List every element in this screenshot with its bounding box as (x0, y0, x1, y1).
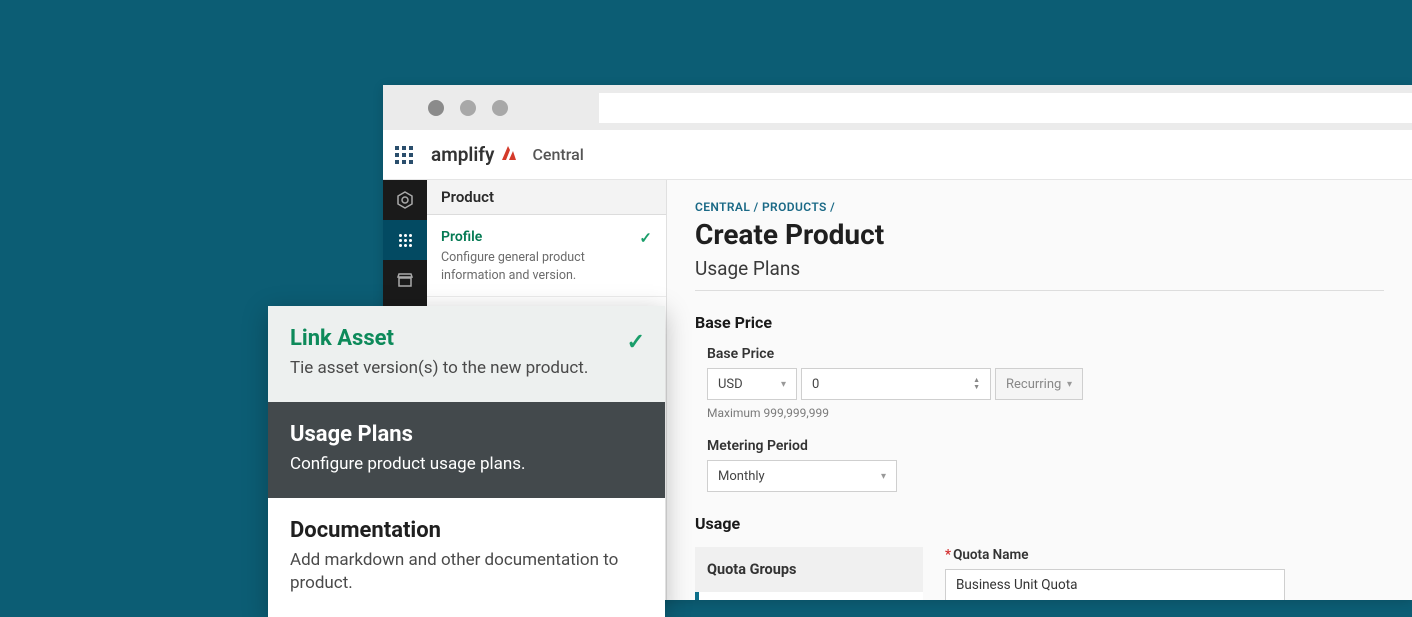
metering-label: Metering Period (707, 438, 1384, 454)
main-panel: CENTRAL / PRODUCTS / Create Product Usag… (667, 180, 1412, 600)
brand-logo-icon (500, 143, 518, 167)
brand-section: Central (532, 145, 583, 164)
url-bar[interactable] (599, 93, 1412, 123)
rail-item-marketplace[interactable] (383, 260, 427, 300)
overlay-title: Link Asset (290, 326, 643, 351)
quota-name-value: Business Unit Quota (956, 577, 1077, 593)
traffic-light-max[interactable] (492, 100, 508, 116)
billing-value: Recurring (1006, 377, 1061, 392)
rail-item-grid[interactable] (383, 220, 427, 260)
quota-groups: Quota Groups Business Unit Quota − (695, 547, 923, 600)
overlay-step-link-asset[interactable]: Link Asset Tie asset version(s) to the n… (268, 306, 665, 402)
price-value: 0 (812, 377, 819, 392)
apps-grid-icon[interactable] (395, 146, 413, 164)
currency-select[interactable]: USD ▾ (707, 368, 797, 400)
overlay-title: Documentation (290, 518, 643, 543)
base-price-row: USD ▾ 0 ▲▼ Recurring ▾ (707, 368, 1384, 400)
metering-value: Monthly (718, 469, 765, 484)
step-desc: Configure general product information an… (441, 249, 652, 284)
quota-group-item[interactable]: Business Unit Quota − (695, 592, 923, 600)
steps-header: Product (427, 180, 666, 215)
quota-name-label: Quota Name (945, 547, 1384, 563)
billing-select[interactable]: Recurring ▾ (995, 368, 1083, 400)
page-subtitle: Usage Plans (695, 257, 1384, 291)
section-usage: Usage (695, 514, 1384, 533)
steps-overlay-card: Link Asset Tie asset version(s) to the n… (268, 306, 665, 617)
overlay-desc: Tie asset version(s) to the new product. (290, 357, 643, 380)
base-price-input[interactable]: 0 ▲▼ (801, 368, 991, 400)
traffic-lights (428, 100, 508, 116)
traffic-light-min[interactable] (460, 100, 476, 116)
brand[interactable]: amplify (431, 143, 518, 167)
number-stepper[interactable]: ▲▼ (973, 377, 980, 391)
browser-chrome (383, 85, 1412, 130)
chevron-down-icon: ▾ (881, 471, 886, 482)
quota-name-input[interactable]: Business Unit Quota (945, 569, 1285, 600)
overlay-desc: Configure product usage plans. (290, 453, 643, 476)
chevron-down-icon: ▾ (1067, 379, 1072, 390)
step-item-profile[interactable]: Profile Configure general product inform… (427, 215, 666, 297)
chevron-down-icon: ▾ (781, 379, 786, 390)
rail-item-catalog[interactable] (383, 180, 427, 220)
overlay-desc: Add markdown and other documentation to … (290, 549, 643, 595)
section-base-price: Base Price (695, 313, 1384, 332)
overlay-title: Usage Plans (290, 422, 643, 447)
currency-value: USD (718, 377, 743, 392)
quota-groups-header: Quota Groups (695, 547, 923, 592)
app-header: amplify Central (383, 130, 1412, 180)
max-helper-text: Maximum 999,999,999 (707, 406, 1384, 420)
base-price-label: Base Price (707, 346, 1384, 362)
brand-name: amplify (431, 143, 494, 166)
page-title: Create Product (695, 218, 1384, 251)
usage-body: Quota Groups Business Unit Quota − Quota… (695, 547, 1384, 600)
overlay-step-documentation[interactable]: Documentation Add markdown and other doc… (268, 498, 665, 617)
metering-select[interactable]: Monthly ▾ (707, 460, 897, 492)
quota-form: Quota Name Business Unit Quota (945, 547, 1384, 600)
breadcrumb[interactable]: CENTRAL / PRODUCTS / (695, 200, 1384, 214)
overlay-step-usage-plans[interactable]: Usage Plans Configure product usage plan… (268, 402, 665, 498)
check-icon: ✓ (639, 229, 652, 247)
step-title: Profile (441, 229, 652, 245)
check-icon: ✓ (627, 330, 645, 355)
traffic-light-close[interactable] (428, 100, 444, 116)
